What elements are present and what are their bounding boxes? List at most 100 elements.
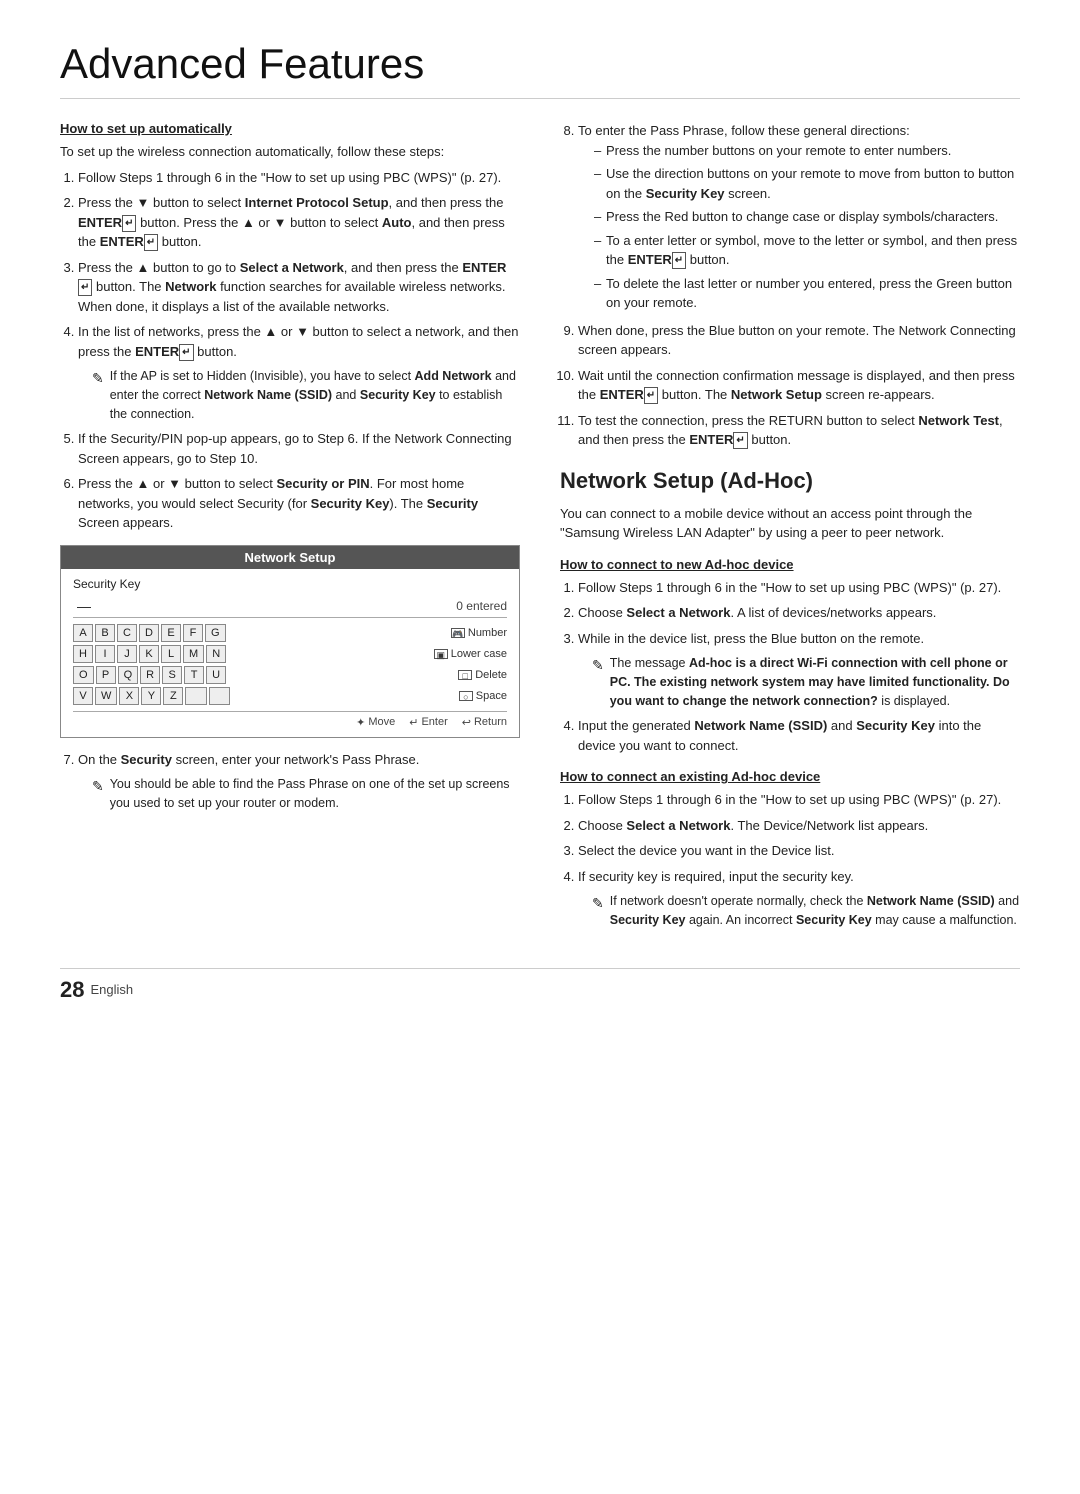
delete-label: Delete [475,669,507,681]
kb-row-3: O P Q R S T U □ Delete [73,666,507,684]
keyboard-grid: A B C D E F G 🎮 Number [73,624,507,705]
key-S[interactable]: S [162,666,182,684]
key-C[interactable]: C [117,624,137,642]
key-L[interactable]: L [161,645,181,663]
step-4: In the list of networks, press the ▲ or … [78,322,520,423]
step-7: On the Security screen, enter your netwo… [78,750,520,813]
key-G[interactable]: G [205,624,226,642]
key-U[interactable]: U [206,666,226,684]
bullet-1: Press the number buttons on your remote … [594,141,1020,161]
kb-action-space: ○ Space [459,690,507,702]
return-icon: ↩ [462,716,471,729]
lowercase-label: Lower case [451,648,507,660]
note-icon: ✎ [92,368,104,389]
bullet-5: To delete the last letter or number you … [594,274,1020,313]
kb-action-number: 🎮 Number [451,627,507,639]
connect-new-step-4: Input the generated Network Name (SSID) … [578,716,1020,755]
connect-existing-note-text: If network doesn't operate normally, che… [610,892,1020,930]
step-2-text: Press the ▼ button to select Internet Pr… [78,195,505,249]
page-lang: English [90,982,133,997]
key-Y[interactable]: Y [141,687,161,705]
step-5: If the Security/PIN pop-up appears, go t… [78,429,520,468]
key-Q[interactable]: Q [118,666,139,684]
step-6-text: Press the ▲ or ▼ button to select Securi… [78,476,478,530]
step-4-note: ✎ If the AP is set to Hidden (Invisible)… [92,367,520,423]
step-7-note: ✎ You should be able to find the Pass Ph… [92,775,520,813]
kb-action-lowercase: ▣ Lower case [434,648,507,660]
how-to-heading: How to set up automatically [60,121,520,136]
key-A[interactable]: A [73,624,93,642]
kb-row-2: H I J K L M N ▣ Lower case [73,645,507,663]
kb-keys-row-4: V W X Y Z [73,687,451,705]
key-B[interactable]: B [95,624,115,642]
bullet-4: To a enter letter or symbol, move to the… [594,231,1020,270]
right-column: To enter the Pass Phrase, follow these g… [560,121,1020,938]
key-entered: 0 entered [456,599,507,613]
network-setup-header: Network Setup [61,546,519,569]
kb-nav-return: ↩ Return [462,716,507,729]
space-label: Space [476,690,507,702]
key-O[interactable]: O [73,666,94,684]
step-2: Press the ▼ button to select Internet Pr… [78,193,520,252]
bullet-3: Press the Red button to change case or d… [594,207,1020,227]
key-N[interactable]: N [206,645,226,663]
kb-nav-bar: ✦ Move ↵ Enter ↩ Return [73,711,507,729]
key-X[interactable]: X [119,687,139,705]
connect-existing-note-icon: ✎ [592,893,604,914]
kb-action-delete: □ Delete [458,669,507,681]
security-key-label: Security Key [73,577,507,591]
key-T[interactable]: T [184,666,204,684]
enter-icon: ↵ [409,716,418,729]
connect-new-note-icon: ✎ [592,655,604,676]
key-V[interactable]: V [73,687,93,705]
left-column: How to set up automatically To set up th… [60,121,520,938]
key-P[interactable]: P [96,666,116,684]
adhoc-title: Network Setup (Ad-Hoc) [560,468,1020,494]
key-D[interactable]: D [139,624,159,642]
key-R[interactable]: R [140,666,160,684]
step-1-text: Follow Steps 1 through 6 in the "How to … [78,170,501,185]
connect-new-step-3: While in the device list, press the Blue… [578,629,1020,711]
connect-existing-step-4: If security key is required, input the s… [578,867,1020,930]
key-display: — 0 entered [73,595,507,618]
connect-new-step-1: Follow Steps 1 through 6 in the "How to … [578,578,1020,598]
network-setup-body: Security Key — 0 entered A B C D E [61,569,519,737]
kb-keys-row-2: H I J K L M N [73,645,426,663]
step-11: To test the connection, press the RETURN… [578,411,1020,450]
key-F[interactable]: F [183,624,203,642]
connect-existing-step-1: Follow Steps 1 through 6 in the "How to … [578,790,1020,810]
delete-icon: □ [458,670,472,680]
kb-nav-move: ✦ Move [356,716,395,729]
step-3-text: Press the ▲ button to go to Select a Net… [78,260,506,314]
step-4-text: In the list of networks, press the ▲ or … [78,324,519,359]
step-10-text: Wait until the connection confirmation m… [578,368,1015,403]
move-label: Move [368,716,395,728]
key-I[interactable]: I [95,645,115,663]
space-icon: ○ [459,691,473,701]
step-3: Press the ▲ button to go to Select a Net… [78,258,520,317]
connect-existing-step-4-note: ✎ If network doesn't operate normally, c… [592,892,1020,930]
key-M[interactable]: M [183,645,204,663]
connect-new-step-3-note: ✎ The message Ad-hoc is a direct Wi-Fi c… [592,654,1020,710]
key-W[interactable]: W [95,687,117,705]
step-7-note-icon: ✎ [92,776,104,797]
step-8: To enter the Pass Phrase, follow these g… [578,121,1020,313]
key-K[interactable]: K [139,645,159,663]
key-E[interactable]: E [161,624,181,642]
note-text: If the AP is set to Hidden (Invisible), … [110,367,520,423]
key-Z[interactable]: Z [163,687,183,705]
step-7-text: On the Security screen, enter your netwo… [78,752,419,767]
connect-new-heading: How to connect to new Ad-hoc device [560,557,1020,572]
key-J[interactable]: J [117,645,137,663]
page-number: 28 [60,977,84,1003]
kb-nav-enter: ↵ Enter [409,716,448,729]
step-5-text: If the Security/PIN pop-up appears, go t… [78,431,512,466]
adhoc-intro: You can connect to a mobile device witho… [560,504,1020,543]
step-9: When done, press the Blue button on your… [578,321,1020,360]
key-H[interactable]: H [73,645,93,663]
page-title: Advanced Features [60,40,1020,99]
connect-new-note-text: The message Ad-hoc is a direct Wi-Fi con… [610,654,1020,710]
kb-row-4: V W X Y Z ○ Space [73,687,507,705]
key-blank-1[interactable] [185,687,206,705]
key-blank-2[interactable] [209,687,230,705]
